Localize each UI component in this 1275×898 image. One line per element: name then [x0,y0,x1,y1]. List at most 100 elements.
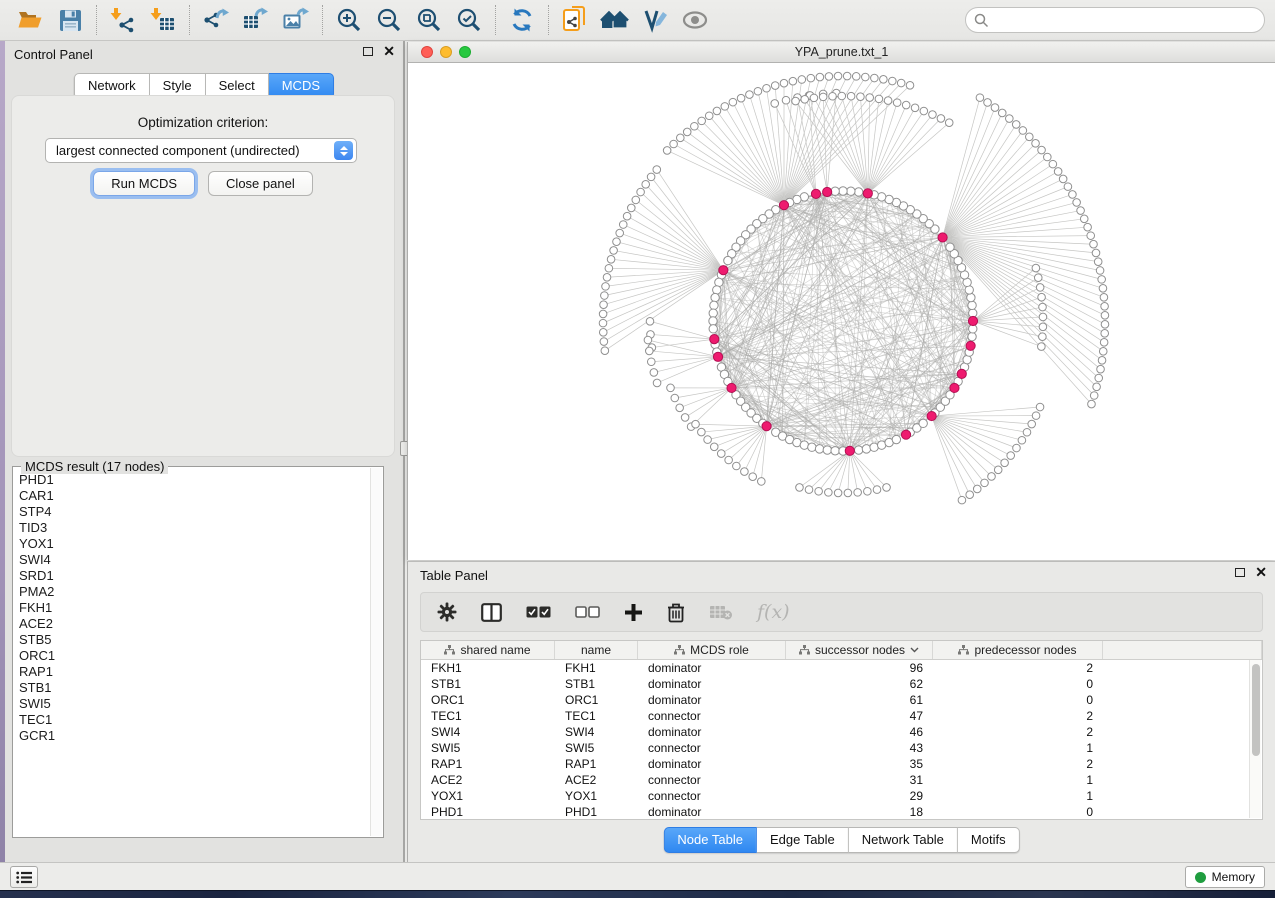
close-panel-button[interactable]: Close panel [208,171,313,196]
table-cell[interactable]: connector [638,788,786,804]
column-header-shared-name[interactable]: shared name [421,641,555,659]
table-cell[interactable]: 1 [933,772,1103,788]
table-row[interactable]: YOX1YOX1connector291 [421,788,1249,804]
table-settings-gear-icon[interactable] [437,602,457,622]
table-cell[interactable]: YOX1 [555,788,638,804]
open-file-icon[interactable] [10,3,50,37]
table-cell[interactable]: PHD1 [555,804,638,819]
table-cell[interactable]: ORC1 [555,692,638,708]
import-network-icon[interactable] [103,3,143,37]
run-mcds-button[interactable]: Run MCDS [93,171,195,196]
float-panel-icon[interactable] [363,47,373,56]
mcds-result-list[interactable]: PHD1CAR1STP4TID3YOX1SWI4SRD1PMA2FKH1ACE2… [15,469,370,835]
search-input[interactable] [989,13,1256,27]
table-row[interactable]: ORC1ORC1dominator610 [421,692,1249,708]
mcds-result-item[interactable]: PMA2 [19,584,366,600]
mcds-result-item[interactable]: ACE2 [19,616,366,632]
table-cell[interactable]: 35 [786,756,933,772]
table-cell[interactable]: 2 [933,724,1103,740]
table-row[interactable]: FKH1FKH1dominator962 [421,660,1249,676]
export-image-icon[interactable] [276,3,316,37]
table-cell[interactable]: connector [638,740,786,756]
delete-column-trash-icon[interactable] [667,602,685,623]
save-session-icon[interactable] [50,3,90,37]
table-cell[interactable]: 46 [786,724,933,740]
memory-button[interactable]: Memory [1185,866,1265,888]
mcds-result-item[interactable]: RAP1 [19,664,366,680]
unselect-all-columns-icon[interactable] [575,606,600,618]
table-cell[interactable]: 2 [933,756,1103,772]
table-cell[interactable]: 47 [786,708,933,724]
table-cell[interactable]: RAP1 [555,756,638,772]
table-cell[interactable]: YOX1 [421,788,555,804]
table-cell[interactable]: 0 [933,804,1103,819]
table-cell[interactable]: connector [638,772,786,788]
table-cell[interactable] [1103,740,1249,756]
refresh-view-icon[interactable] [502,3,542,37]
select-all-columns-icon[interactable] [526,606,551,618]
table-cell[interactable]: dominator [638,676,786,692]
table-cell[interactable]: 0 [933,692,1103,708]
column-header-successor-nodes[interactable]: successor nodes [786,641,933,659]
float-panel-icon[interactable] [1235,568,1245,577]
table-cell[interactable]: 62 [786,676,933,692]
table-cell[interactable] [1103,756,1249,772]
task-history-button[interactable] [10,866,38,888]
table-cell[interactable] [1103,660,1249,676]
show-columns-icon[interactable] [481,603,502,622]
table-cell[interactable]: STB1 [421,676,555,692]
mcds-result-item[interactable]: SWI5 [19,696,366,712]
table-cell[interactable]: PHD1 [421,804,555,819]
export-table-icon[interactable] [236,3,276,37]
table-scrollbar[interactable] [1249,660,1261,818]
table-cell[interactable]: ACE2 [555,772,638,788]
zoom-selected-icon[interactable] [449,3,489,37]
table-cell[interactable]: FKH1 [555,660,638,676]
table-cell[interactable]: SWI5 [421,740,555,756]
zoom-out-icon[interactable] [369,3,409,37]
mcds-result-item[interactable]: SWI4 [19,552,366,568]
table-cell[interactable]: 29 [786,788,933,804]
table-cell[interactable]: dominator [638,804,786,819]
visual-style-icon[interactable] [635,3,675,37]
table-row[interactable]: ACE2ACE2connector311 [421,772,1249,788]
mcds-result-item[interactable]: ORC1 [19,648,366,664]
network-canvas[interactable] [408,63,1275,560]
table-cell[interactable]: 18 [786,804,933,819]
table-cell[interactable] [1103,708,1249,724]
table-cell[interactable]: ACE2 [421,772,555,788]
table-cell[interactable]: dominator [638,660,786,676]
mcds-result-item[interactable]: STP4 [19,504,366,520]
table-cell[interactable]: FKH1 [421,660,555,676]
mcds-result-item[interactable]: FKH1 [19,600,366,616]
window-close-icon[interactable] [421,46,433,58]
table-cell[interactable]: RAP1 [421,756,555,772]
table-row[interactable]: TEC1TEC1connector472 [421,708,1249,724]
mcds-result-item[interactable]: SRD1 [19,568,366,584]
tab-edge-table[interactable]: Edge Table [757,827,849,853]
create-column-plus-icon[interactable] [624,603,643,622]
table-cell[interactable]: SWI4 [421,724,555,740]
table-row[interactable]: PHD1PHD1dominator180 [421,804,1249,819]
table-cell[interactable]: 61 [786,692,933,708]
tab-motifs[interactable]: Motifs [958,827,1020,853]
table-cell[interactable]: 43 [786,740,933,756]
mcds-result-item[interactable]: TEC1 [19,712,366,728]
table-cell[interactable]: SWI4 [555,724,638,740]
optimization-criterion-select[interactable]: largest connected component (undirected) [45,138,357,163]
network-window-titlebar[interactable]: YPA_prune.txt_1 [408,42,1275,63]
mcds-result-item[interactable]: STB1 [19,680,366,696]
table-row[interactable]: SWI5SWI5connector431 [421,740,1249,756]
table-cell[interactable]: 1 [933,788,1103,804]
table-scrollbar-thumb[interactable] [1252,664,1260,756]
tab-node-table[interactable]: Node Table [663,827,757,853]
table-cell[interactable] [1103,724,1249,740]
window-maximize-icon[interactable] [459,46,471,58]
table-cell[interactable]: TEC1 [555,708,638,724]
table-row[interactable]: SWI4SWI4dominator462 [421,724,1249,740]
mcds-result-item[interactable]: GCR1 [19,728,366,744]
table-cell[interactable] [1103,692,1249,708]
tab-network-table[interactable]: Network Table [849,827,958,853]
column-header-MCDS-role[interactable]: MCDS role [638,641,786,659]
mcds-result-item[interactable]: TID3 [19,520,366,536]
